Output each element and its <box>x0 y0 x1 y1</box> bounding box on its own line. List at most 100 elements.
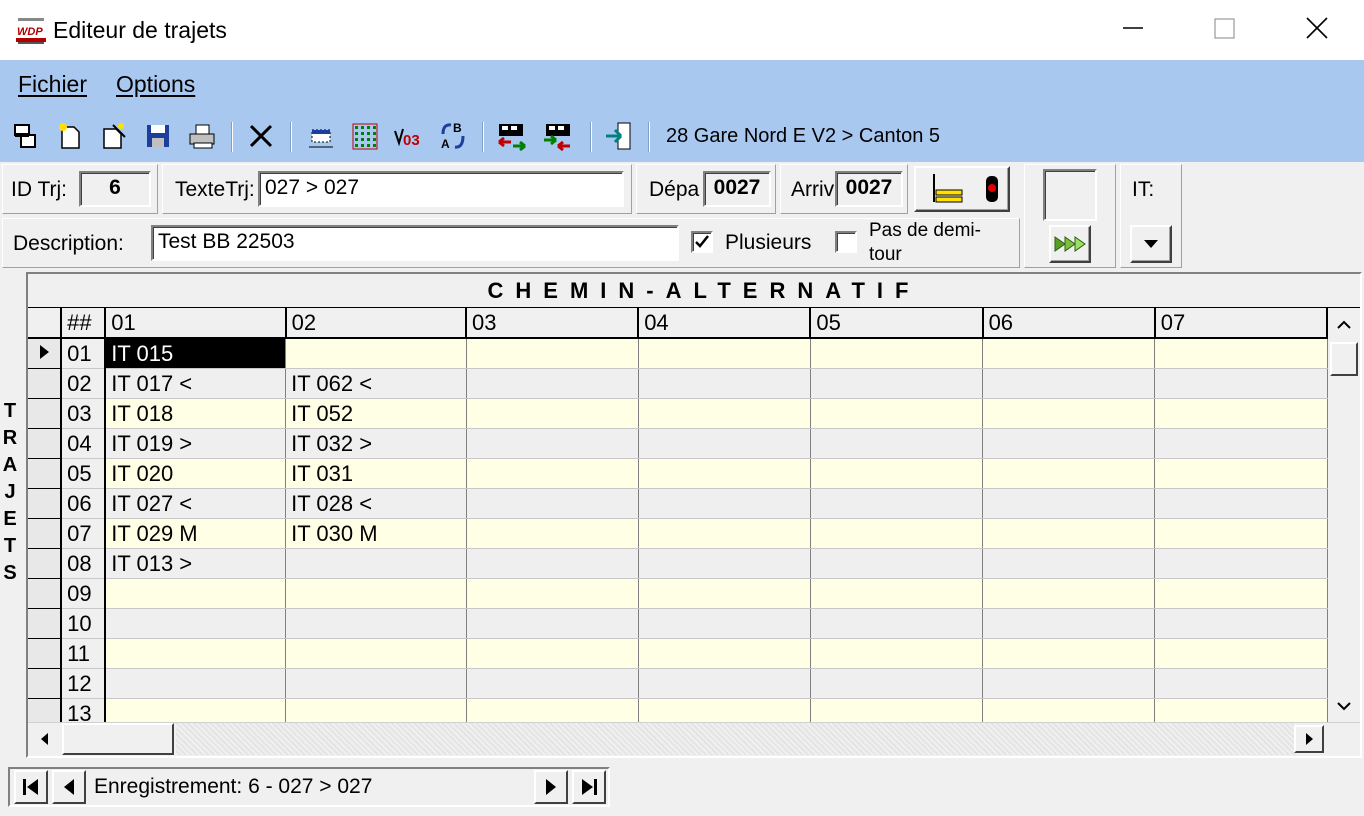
description-field[interactable]: Test BB 22503 <box>151 225 679 261</box>
grid-cell[interactable] <box>638 368 811 399</box>
next-record-button[interactable] <box>534 770 568 804</box>
depart-field[interactable]: 0027 <box>703 171 771 207</box>
grid-cell[interactable]: IT 020 <box>105 458 287 489</box>
grid-cell[interactable] <box>466 698 639 722</box>
grid-cell[interactable] <box>285 548 467 579</box>
grid-cell[interactable]: IT 027 < <box>105 488 287 519</box>
train-export-icon[interactable] <box>539 118 575 154</box>
prev-record-button[interactable] <box>52 770 86 804</box>
grid-cell[interactable] <box>982 548 1156 579</box>
column-header[interactable]: 01 <box>105 308 287 339</box>
grid-cell[interactable] <box>1154 608 1328 639</box>
grid-cell[interactable] <box>810 398 984 429</box>
grid-cell[interactable]: IT 062 < <box>285 368 467 399</box>
it-dropdown-button[interactable] <box>1130 225 1172 263</box>
grid-cell[interactable] <box>466 398 639 429</box>
grid-cell[interactable] <box>982 398 1156 429</box>
grid-cell[interactable] <box>1154 398 1328 429</box>
grid-cell[interactable] <box>105 668 287 699</box>
grid-icon[interactable] <box>347 118 383 154</box>
grid-cell[interactable] <box>285 578 467 609</box>
grid-cell[interactable] <box>285 668 467 699</box>
grid-cell[interactable] <box>466 608 639 639</box>
grid-cell[interactable] <box>1154 518 1328 549</box>
row-selector[interactable] <box>28 518 63 549</box>
row-selector[interactable] <box>28 548 63 579</box>
scroll-right-button[interactable] <box>1294 725 1324 753</box>
grid-cell[interactable] <box>105 578 287 609</box>
grid-cell[interactable] <box>1154 368 1328 399</box>
grid-cell[interactable] <box>466 638 639 669</box>
grid-cell[interactable] <box>1154 458 1328 489</box>
train-import-icon[interactable] <box>494 118 530 154</box>
last-record-button[interactable] <box>572 770 606 804</box>
grid-cell[interactable] <box>285 338 467 369</box>
grid-cell[interactable] <box>982 338 1156 369</box>
grid-cell[interactable] <box>638 488 811 519</box>
exit-icon[interactable] <box>601 118 637 154</box>
vertical-scrollbar[interactable] <box>1328 308 1360 722</box>
row-selector[interactable] <box>28 668 63 699</box>
scroll-left-button[interactable] <box>30 725 60 753</box>
row-selector[interactable] <box>28 608 63 639</box>
grid-cell[interactable] <box>810 668 984 699</box>
column-header[interactable]: 03 <box>466 308 640 339</box>
route-03-icon[interactable]: 03 <box>391 118 427 154</box>
go-button[interactable] <box>1049 225 1091 263</box>
row-selector[interactable] <box>28 428 63 459</box>
grid-cell[interactable] <box>638 398 811 429</box>
grid-cell[interactable] <box>285 608 467 639</box>
grid-cell[interactable] <box>638 518 811 549</box>
delete-icon[interactable] <box>243 118 279 154</box>
arrivee-field[interactable]: 0027 <box>835 171 903 207</box>
grid-cell[interactable] <box>466 368 639 399</box>
horizontal-scroll-thumb[interactable] <box>62 723 174 755</box>
grid-cell[interactable] <box>638 578 811 609</box>
grid-cell[interactable] <box>466 548 639 579</box>
grid-cell[interactable] <box>105 638 287 669</box>
grid-cell[interactable]: IT 029 M <box>105 518 287 549</box>
grid-cell[interactable]: IT 052 <box>285 398 467 429</box>
grid-cell[interactable] <box>466 578 639 609</box>
grid-cell[interactable] <box>982 698 1156 722</box>
grid-cell[interactable]: IT 019 > <box>105 428 287 459</box>
grid-cell[interactable] <box>810 548 984 579</box>
grid-cell[interactable] <box>982 668 1156 699</box>
grid-cell[interactable] <box>638 698 811 722</box>
grid-cell[interactable]: IT 017 < <box>105 368 287 399</box>
grid-cell[interactable] <box>1154 428 1328 459</box>
grid-cell[interactable] <box>466 668 639 699</box>
column-header[interactable]: 02 <box>285 308 468 339</box>
grid-cell[interactable]: IT 013 > <box>105 548 287 579</box>
grid-cell[interactable] <box>810 578 984 609</box>
new-record-icon[interactable] <box>52 118 88 154</box>
grid-cell[interactable]: IT 018 <box>105 398 287 429</box>
row-selector[interactable] <box>28 398 63 429</box>
grid-cell[interactable] <box>466 488 639 519</box>
grid-cell[interactable] <box>1154 698 1328 722</box>
grid-cell[interactable] <box>810 608 984 639</box>
new-wizard-icon[interactable] <box>96 118 132 154</box>
grid-cell[interactable] <box>466 518 639 549</box>
grid-cell[interactable]: IT 015 <box>105 338 287 369</box>
plusieurs-checkbox[interactable] <box>691 231 713 253</box>
grid-cell[interactable] <box>982 578 1156 609</box>
grid-cell[interactable] <box>810 698 984 722</box>
grid-cell[interactable] <box>1154 638 1328 669</box>
grid-cell[interactable] <box>285 698 467 722</box>
menu-options[interactable]: Options <box>116 70 195 98</box>
grid-cell[interactable] <box>810 338 984 369</box>
grid-cell[interactable] <box>466 338 639 369</box>
grid-cell[interactable]: IT 031 <box>285 458 467 489</box>
horizontal-scrollbar[interactable] <box>28 722 1360 756</box>
grid-cell[interactable] <box>982 608 1156 639</box>
select-area-icon[interactable] <box>303 118 339 154</box>
scroll-up-button[interactable] <box>1332 310 1356 338</box>
column-header[interactable]: 05 <box>810 308 984 339</box>
grid-cell[interactable] <box>105 698 287 722</box>
grid-cell[interactable] <box>638 608 811 639</box>
horizontal-scroll-track[interactable] <box>176 723 1296 755</box>
grid-cell[interactable] <box>982 428 1156 459</box>
grid-cell[interactable] <box>810 488 984 519</box>
grid-cell[interactable]: IT 030 M <box>285 518 467 549</box>
